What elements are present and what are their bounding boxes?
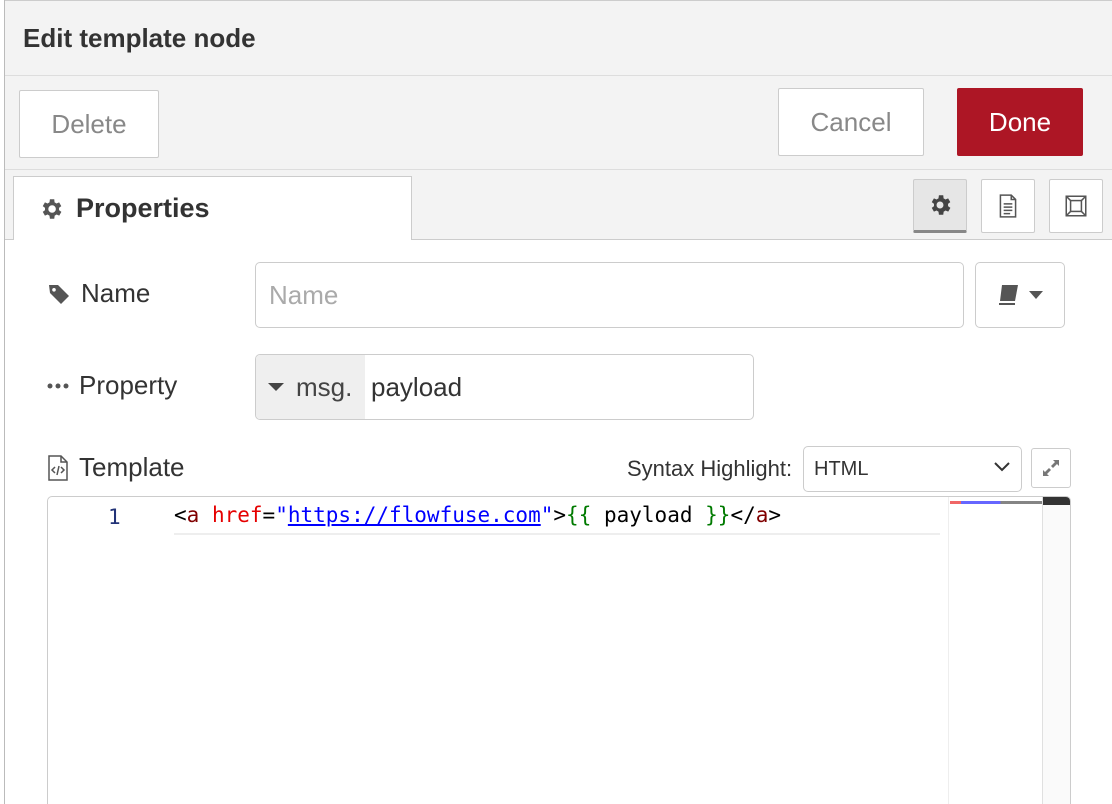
tray-title: Edit template node	[23, 23, 256, 53]
syntax-highlight-label: Syntax Highlight:	[627, 456, 793, 481]
template-row-label: Template	[47, 452, 185, 483]
property-row-label: Property	[47, 370, 177, 401]
property-label: Property	[79, 370, 178, 400]
expand-editor-button[interactable]	[1031, 448, 1071, 488]
delete-button[interactable]: Delete	[19, 90, 159, 158]
document-icon	[999, 194, 1017, 218]
tray-header: Edit template node	[5, 0, 1112, 76]
property-value[interactable]: payload	[365, 372, 462, 403]
code-token: >	[768, 503, 782, 527]
editor-minimap[interactable]	[948, 497, 1070, 804]
property-type-label: msg.	[296, 371, 353, 402]
code-editor[interactable]: 1 <a href="https://flowfuse.com">{{ payl…	[47, 496, 1071, 804]
tab-description-button[interactable]	[981, 179, 1035, 233]
editor-scrollbar[interactable]	[1042, 497, 1070, 804]
book-icon	[999, 285, 1018, 305]
name-label: Name	[81, 278, 151, 308]
file-code-icon	[48, 454, 68, 481]
tab-bar: Properties	[5, 170, 1112, 240]
gear-icon	[42, 198, 62, 219]
ellipsis-icon	[47, 383, 69, 388]
library-button[interactable]	[975, 262, 1065, 328]
tab-properties-label: Properties	[76, 193, 210, 223]
syntax-highlight-select[interactable]: HTML	[803, 446, 1022, 492]
code-token: payload	[591, 503, 706, 527]
done-button[interactable]: Done	[957, 88, 1083, 156]
gear-icon	[931, 195, 951, 215]
property-input[interactable]: msg. payload	[255, 354, 754, 420]
tab-properties[interactable]: Properties	[13, 176, 412, 240]
code-token: "	[275, 503, 288, 527]
tab-appearance-button[interactable]	[1049, 179, 1103, 233]
line-number: 1	[108, 505, 121, 529]
chevron-down-icon	[994, 462, 1010, 472]
code-token: href	[211, 503, 263, 527]
caret-down-icon	[268, 383, 284, 391]
code-token: "	[540, 503, 554, 527]
tab-settings-button[interactable]	[913, 179, 967, 233]
code-token: >	[553, 503, 567, 527]
minimap-preview	[950, 501, 1042, 504]
code-token: <	[174, 503, 187, 527]
tray-toolbar: Delete Cancel Done	[5, 76, 1112, 170]
code-token: }}	[705, 503, 731, 527]
code-line[interactable]: <a href="https://flowfuse.com">{{ payloa…	[174, 503, 940, 535]
frame-icon	[1065, 195, 1087, 217]
expand-icon	[1043, 460, 1059, 476]
name-input[interactable]: Name	[255, 262, 964, 328]
code-token: https://flowfuse.com	[287, 503, 541, 527]
template-label: Template	[79, 452, 185, 482]
tag-icon	[49, 284, 69, 304]
name-row-label: Name	[47, 278, 150, 309]
property-type-select[interactable]: msg.	[256, 355, 365, 419]
code-token: </	[730, 503, 756, 527]
code-token: a	[186, 503, 200, 527]
edit-node-tray: Edit template node Delete Cancel Done Pr…	[4, 0, 1112, 804]
syntax-highlight-value: HTML	[814, 457, 869, 480]
code-token: =	[262, 503, 276, 527]
caret-down-icon	[1029, 291, 1043, 299]
code-token: {{	[566, 503, 592, 527]
cancel-button[interactable]: Cancel	[778, 88, 924, 156]
code-token: a	[755, 503, 769, 527]
